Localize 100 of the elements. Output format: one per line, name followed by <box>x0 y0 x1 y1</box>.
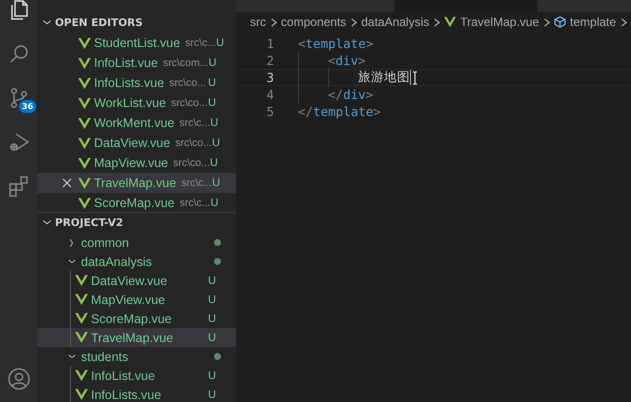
close-icon[interactable] <box>61 177 73 189</box>
open-editor-item[interactable]: WorkMent.vue src\c...U <box>37 113 236 133</box>
count-badge: 36 <box>19 100 36 113</box>
file-name: DataView.vue <box>94 136 170 150</box>
vue-file-icon <box>75 275 88 286</box>
extensions-icon <box>6 174 30 198</box>
file-name: StudentList.vue <box>94 36 180 50</box>
git-status: U <box>210 117 220 129</box>
git-status: U <box>212 137 221 149</box>
code-line: <template> <box>298 36 374 51</box>
folder-name: students <box>81 350 128 364</box>
vue-file-icon <box>78 58 91 68</box>
source-control-button[interactable]: 36 <box>0 76 37 120</box>
breadcrumb-item[interactable]: components <box>280 15 346 29</box>
git-status: U <box>208 312 217 324</box>
chevron-icon <box>542 18 552 26</box>
file-name: TravelMap.vue <box>91 330 174 344</box>
breadcrumb-item[interactable]: template <box>554 15 616 29</box>
file-path: src\co... <box>169 77 206 89</box>
vue-file-icon <box>75 294 88 305</box>
code-line: </div> <box>328 87 374 102</box>
file-name: InfoLists.vue <box>91 388 162 402</box>
git-status: U <box>208 370 217 382</box>
vue-file-icon <box>78 98 91 108</box>
account-icon <box>6 367 30 391</box>
file-name: ScoreMap.vue <box>94 196 175 210</box>
folder-item[interactable]: common <box>37 233 236 252</box>
git-status: U <box>210 197 220 209</box>
folder-item[interactable]: dataAnalysis <box>37 252 236 271</box>
open-editor-item[interactable]: InfoLists.vue src\co... U <box>37 73 236 93</box>
vue-file-icon <box>78 138 91 148</box>
git-status: U <box>208 274 217 286</box>
folder-item[interactable]: students <box>37 347 236 366</box>
cube-icon <box>554 16 566 28</box>
vue-file-icon <box>78 38 91 48</box>
vue-file-icon <box>78 178 91 188</box>
line-number: 2 <box>265 53 274 68</box>
file-name: WorkList.vue <box>94 96 166 110</box>
section-header[interactable]: PROJECT-V2 <box>37 213 236 233</box>
folder-name: dataAnalysis <box>81 254 152 268</box>
file-name: TravelMap.vue <box>94 176 176 190</box>
chevron-icon <box>269 18 278 26</box>
git-status: U <box>216 37 226 49</box>
open-editor-item[interactable]: InfoList.vue src\com...U <box>37 53 236 73</box>
vue-file-icon <box>444 16 456 28</box>
chevron-icon <box>432 18 442 26</box>
open-editor-item[interactable]: ScoreMap.vue src\c...U <box>37 193 236 213</box>
file-name: MapView.vue <box>94 156 168 170</box>
line-number: 4 <box>265 87 274 102</box>
chevron-icon <box>349 18 358 26</box>
section-header[interactable]: OPEN EDITORS <box>37 13 236 33</box>
file-path: src\com... <box>162 57 208 69</box>
open-editor-item[interactable]: DataView.vue src\co...U <box>37 133 236 153</box>
git-status: U <box>208 332 217 344</box>
git-status: U <box>212 177 222 189</box>
file-name: InfoList.vue <box>91 368 155 382</box>
line-number: 3 <box>265 70 274 85</box>
file-path: src\c... <box>179 117 210 129</box>
vue-file-icon <box>75 332 88 343</box>
file-path: src\co... <box>173 157 210 169</box>
file-path: src\c... <box>181 177 212 189</box>
folder-name: common <box>81 236 129 250</box>
vue-file-icon <box>78 198 91 208</box>
file-item[interactable]: InfoList.vue U <box>37 366 236 385</box>
open-editor-item[interactable]: MapView.vue src\co...U <box>37 153 236 173</box>
git-status: U <box>208 294 217 306</box>
breadcrumb-item[interactable]: dataAnalysis <box>361 15 430 29</box>
chevron-icon <box>619 18 628 26</box>
breadcrumb-item[interactable]: src <box>250 15 266 29</box>
vue-file-icon <box>78 78 91 88</box>
line-number: 1 <box>265 36 274 51</box>
file-item[interactable]: ScoreMap.vue U <box>37 309 236 328</box>
git-status: U <box>208 97 217 109</box>
git-status: U <box>210 157 219 169</box>
breadcrumb-item[interactable]: TravelMap.vue <box>444 15 540 29</box>
code-line: 旅游地图 <box>358 69 410 86</box>
file-name: MapView.vue <box>91 292 166 306</box>
file-path: src\c... <box>180 197 211 209</box>
open-editor-item[interactable]: WorkList.vue src\co...U <box>37 93 236 113</box>
vue-file-icon <box>75 313 88 324</box>
i-beam-cursor-icon <box>412 70 418 84</box>
file-path: src\c... <box>185 37 216 49</box>
file-item[interactable]: TravelMap.vue U <box>37 328 236 347</box>
file-name: InfoList.vue <box>94 56 158 70</box>
open-editor-item[interactable]: TravelMap.vue src\c...U <box>37 173 236 193</box>
file-item[interactable]: DataView.vue U <box>37 271 236 290</box>
code-line: <div> <box>328 53 366 68</box>
file-item[interactable]: MapView.vue U <box>37 290 236 309</box>
vue-file-icon <box>78 118 91 128</box>
code-line: </template> <box>298 104 381 119</box>
line-number: 5 <box>265 104 274 119</box>
file-item[interactable]: InfoLists.vue U <box>37 385 236 402</box>
file-name: WorkMent.vue <box>94 116 174 130</box>
vue-file-icon <box>75 389 88 400</box>
file-path: src\co... <box>171 97 208 109</box>
open-editor-item[interactable]: StudentList.vue src\c...U <box>37 33 236 53</box>
vue-file-icon <box>78 158 91 168</box>
file-name: InfoLists.vue <box>94 76 164 90</box>
git-status: U <box>208 388 217 400</box>
git-status: U <box>208 77 217 89</box>
